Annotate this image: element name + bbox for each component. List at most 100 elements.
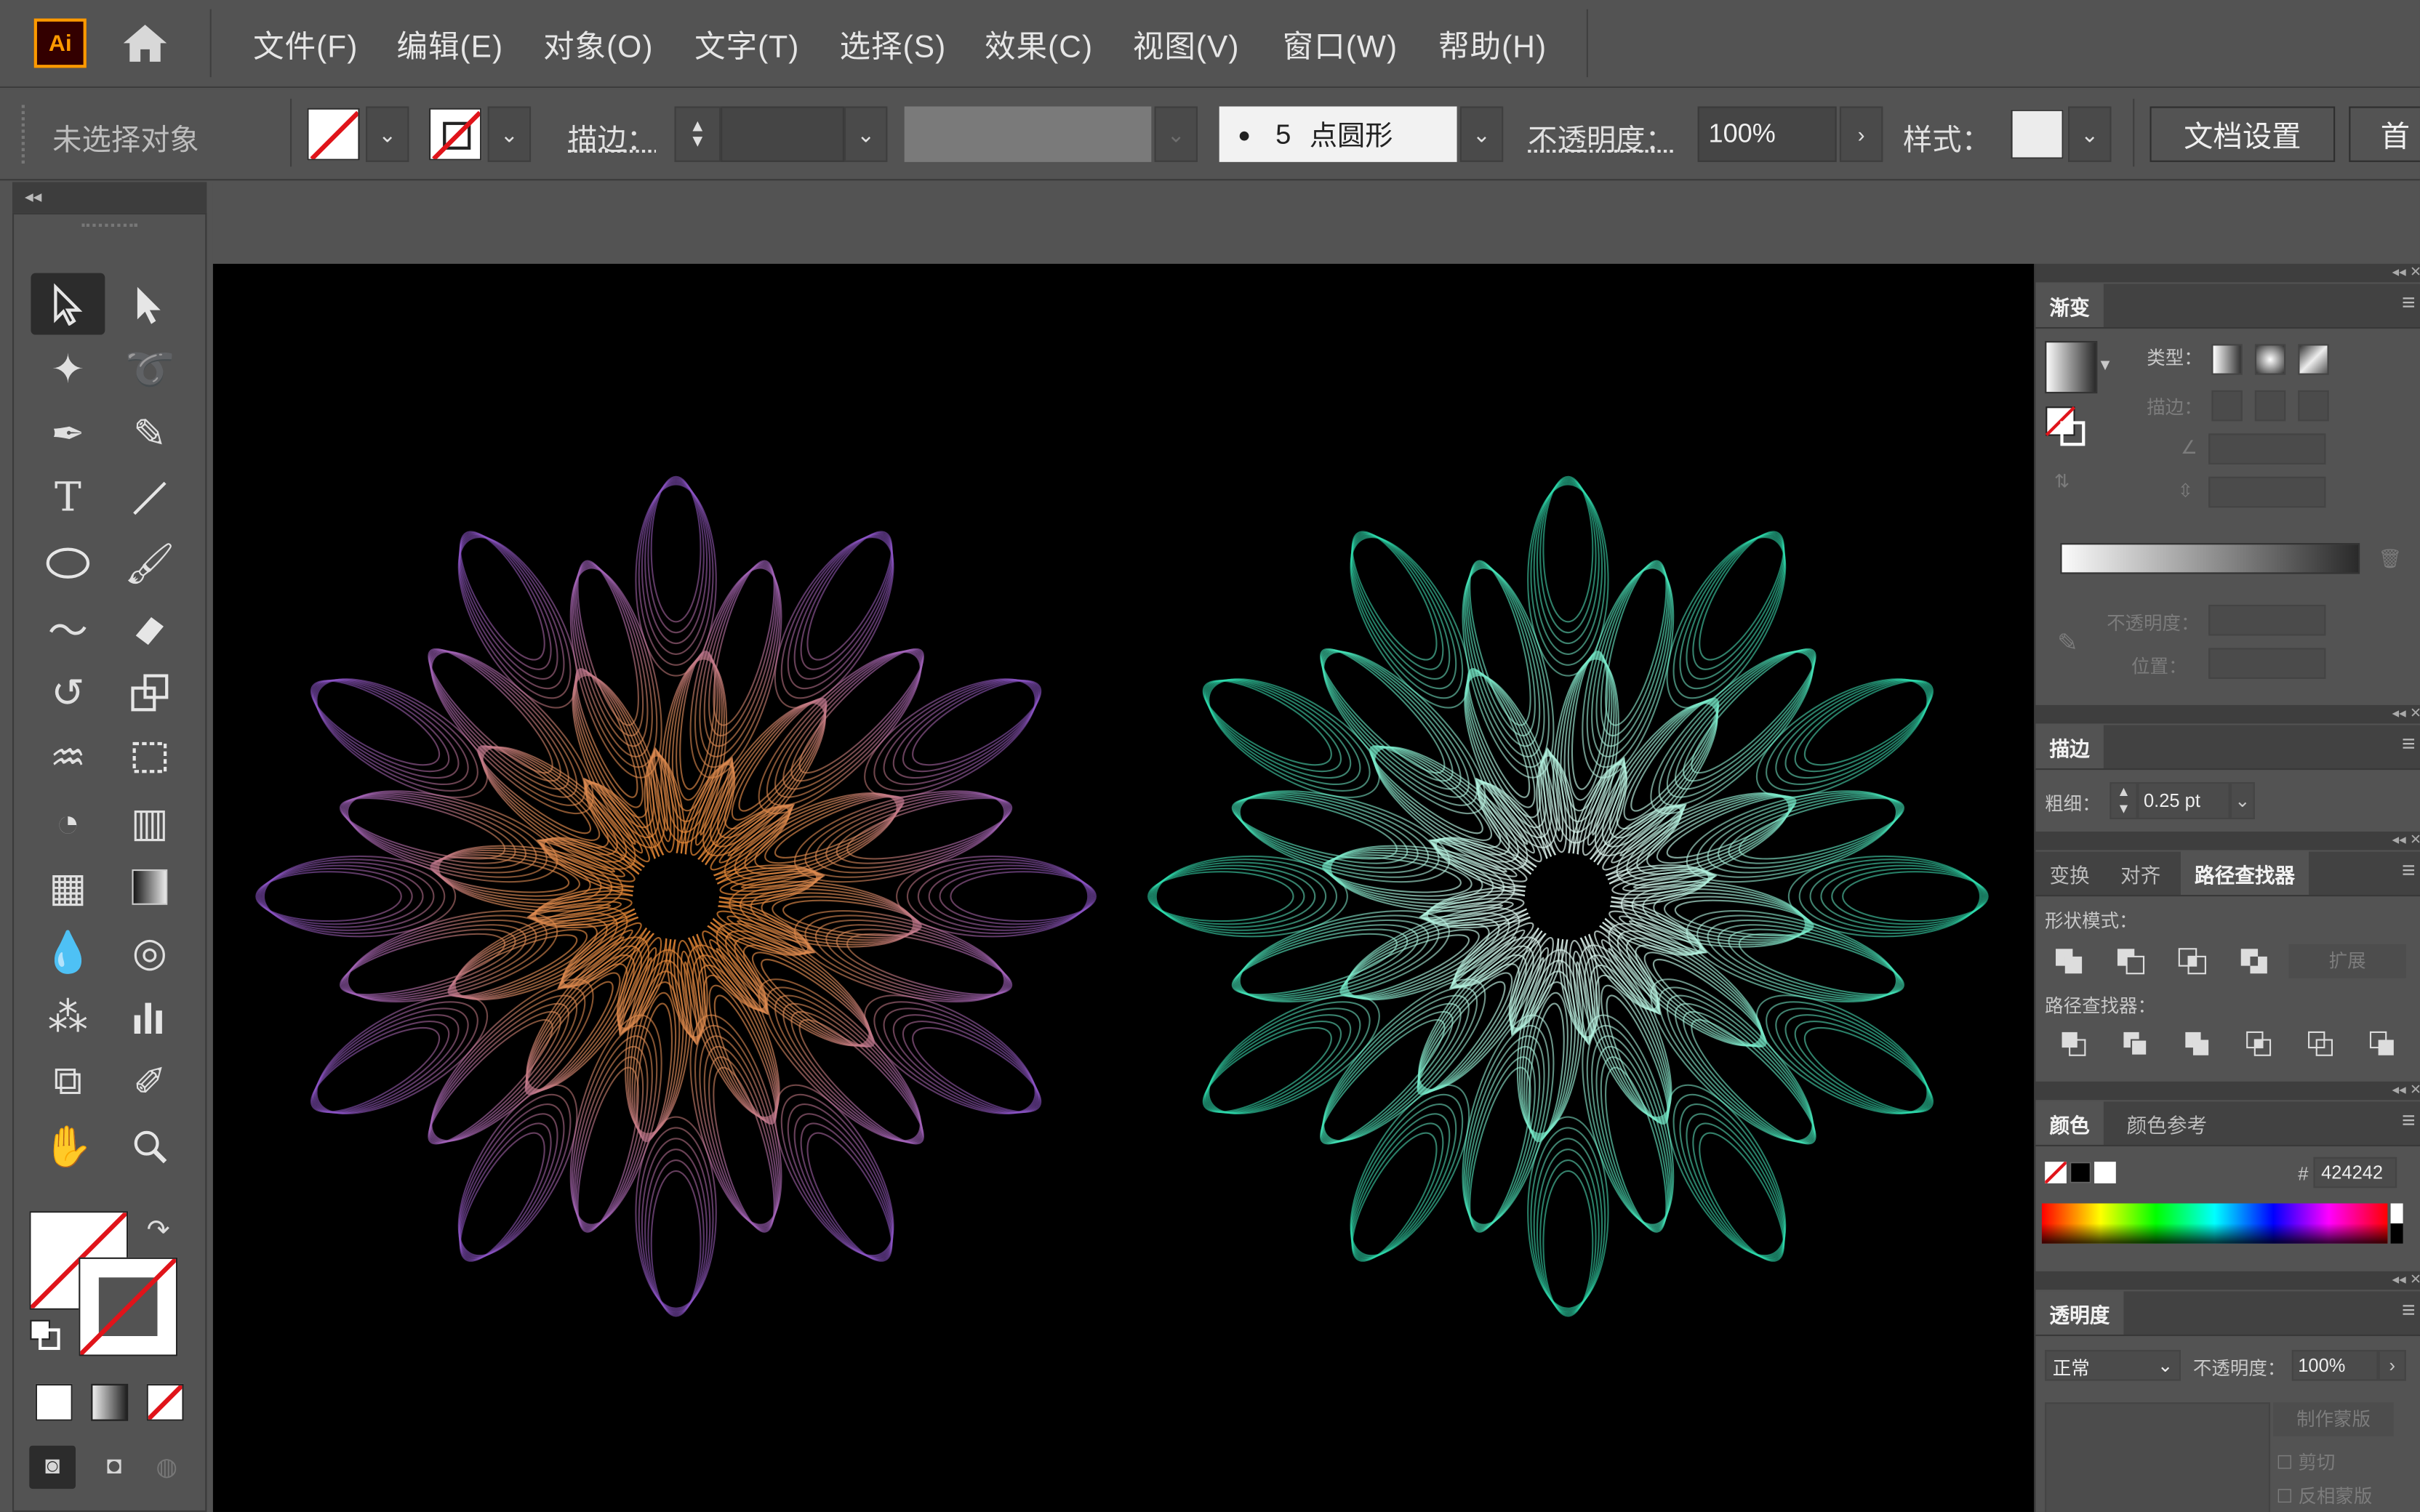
home-icon[interactable] bbox=[117, 15, 172, 71]
free-transform-tool-icon[interactable] bbox=[113, 727, 187, 789]
warp-tool-icon[interactable]: ♒ bbox=[31, 727, 105, 789]
gradient-angle-input[interactable] bbox=[2208, 433, 2326, 465]
gradient-eyedropper-icon[interactable]: ✎ bbox=[2057, 628, 2078, 659]
stroke-weight-field[interactable]: 0.25 pt bbox=[2137, 782, 2230, 819]
app-logo[interactable]: Ai bbox=[33, 18, 87, 68]
menu-type[interactable]: 文字(T) bbox=[694, 22, 799, 67]
draw-behind-icon[interactable]: ◘ bbox=[91, 1446, 137, 1489]
merge-icon[interactable] bbox=[2184, 1031, 2211, 1058]
menu-edit[interactable]: 编辑(E) bbox=[396, 22, 503, 67]
artboard[interactable] bbox=[212, 263, 2035, 1512]
opacity-label[interactable]: 不透明度： bbox=[1528, 117, 1675, 158]
gradient-opacity-input[interactable] bbox=[2208, 604, 2326, 636]
tab-pathfinder[interactable]: 路径查找器 bbox=[2180, 851, 2309, 895]
transparency-panel-collapse-icon[interactable]: ◂◂ ✕ bbox=[2035, 1271, 2420, 1290]
color-mode-button[interactable] bbox=[35, 1383, 73, 1421]
stroke-weight-dropdown[interactable]: ⌄ bbox=[2229, 782, 2255, 819]
reverse-gradient-icon[interactable]: ⇅ bbox=[2054, 470, 2070, 492]
gradient-mode-button[interactable] bbox=[91, 1383, 129, 1421]
radial-gradient-button[interactable] bbox=[2254, 344, 2286, 375]
lasso-tool-icon[interactable]: ➰ bbox=[113, 338, 187, 400]
panel-menu-icon[interactable]: ≡ bbox=[2402, 1298, 2416, 1324]
stroke-gradient-along-button[interactable] bbox=[2254, 390, 2286, 422]
toolbar-collapse-icon[interactable]: ◂◂ bbox=[12, 182, 207, 213]
fill-swatch[interactable] bbox=[307, 108, 360, 161]
panel-menu-icon[interactable]: ≡ bbox=[2402, 858, 2416, 884]
type-tool-icon[interactable]: T bbox=[31, 467, 105, 529]
symbol-sprayer-tool-icon[interactable]: ⁂ bbox=[31, 986, 105, 1047]
stroke-weight-stepper[interactable]: ▲ ▼ bbox=[2110, 782, 2138, 819]
menu-object[interactable]: 对象(O) bbox=[543, 22, 654, 67]
transparency-opacity-input[interactable]: 100% bbox=[2291, 1350, 2379, 1381]
paintbrush-tool-icon[interactable]: 🖌 bbox=[113, 532, 187, 594]
ellipse-tool-icon[interactable] bbox=[31, 532, 105, 594]
fill-dropdown[interactable]: ⌄ bbox=[366, 106, 409, 162]
rotate-tool-icon[interactable]: ↺ bbox=[31, 662, 105, 724]
tab-color[interactable]: 颜色 bbox=[2035, 1101, 2104, 1145]
menu-effect[interactable]: 效果(C) bbox=[985, 22, 1093, 67]
none-mode-button[interactable] bbox=[146, 1383, 184, 1421]
default-colors-icon[interactable] bbox=[29, 1319, 60, 1351]
toolbar-grip[interactable] bbox=[81, 223, 137, 236]
intersect-icon[interactable] bbox=[2178, 947, 2208, 975]
gradient-panel-collapse-icon[interactable]: ◂◂ ✕ bbox=[2035, 263, 2420, 283]
pen-tool-icon[interactable]: ✒ bbox=[31, 403, 105, 465]
tab-align[interactable]: 对齐 bbox=[2107, 852, 2174, 895]
gradient-slider[interactable] bbox=[2060, 543, 2360, 574]
hand-tool-icon[interactable]: ✋ bbox=[31, 1115, 105, 1177]
brush-definition[interactable]: ● 5 点圆形 bbox=[1219, 106, 1457, 162]
mesh-tool-icon[interactable]: ▦ bbox=[31, 856, 105, 918]
tab-color-guide[interactable]: 颜色参考 bbox=[2113, 1101, 2221, 1144]
delete-stop-icon[interactable]: 🗑 bbox=[2379, 547, 2402, 569]
spectrum-black[interactable] bbox=[2390, 1223, 2403, 1244]
flower-right-artwork[interactable] bbox=[1147, 475, 1989, 1317]
magic-wand-tool-icon[interactable]: ✦ bbox=[31, 338, 105, 400]
expand-button[interactable]: 扩展 bbox=[2288, 944, 2406, 978]
color-panel-collapse-icon[interactable]: ◂◂ ✕ bbox=[2035, 1081, 2420, 1101]
make-mask-button[interactable]: 制作蒙版 bbox=[2273, 1402, 2394, 1436]
mask-thumbnail[interactable] bbox=[2045, 1402, 2271, 1512]
blend-tool-icon[interactable]: ◎ bbox=[113, 921, 187, 983]
gradient-fill-stroke-icon[interactable] bbox=[2045, 406, 2086, 446]
unite-icon[interactable] bbox=[2054, 947, 2085, 975]
trim-icon[interactable] bbox=[2122, 1031, 2149, 1058]
gradient-swatch[interactable] bbox=[2045, 341, 2098, 394]
grip-handle[interactable] bbox=[21, 105, 31, 164]
slice-tool-icon[interactable]: ✐ bbox=[113, 1050, 187, 1112]
minus-front-icon[interactable] bbox=[2116, 947, 2147, 975]
document-setup-button[interactable]: 文档设置 bbox=[2149, 106, 2336, 162]
perspective-grid-tool-icon[interactable]: ▥ bbox=[113, 792, 187, 853]
exclude-icon[interactable] bbox=[2240, 947, 2270, 975]
minus-back-icon[interactable] bbox=[2369, 1031, 2397, 1058]
stroke-weight-dropdown[interactable]: ⌄ bbox=[844, 106, 888, 162]
style-swatch[interactable] bbox=[2011, 109, 2064, 159]
stroke-swatch[interactable] bbox=[429, 108, 482, 161]
draw-normal-icon[interactable]: ◙ bbox=[29, 1445, 76, 1489]
color-spectrum[interactable] bbox=[2041, 1203, 2388, 1244]
menu-window[interactable]: 窗口(W) bbox=[1283, 22, 1398, 67]
invert-mask-checkbox[interactable]: ☐ 反相蒙版 bbox=[2277, 1483, 2373, 1509]
eyedropper-tool-icon[interactable]: 💧 bbox=[31, 921, 105, 983]
spectrum-white[interactable] bbox=[2390, 1203, 2403, 1224]
panel-menu-icon[interactable]: ≡ bbox=[2402, 731, 2416, 757]
stroke-gradient-across-button[interactable] bbox=[2298, 390, 2329, 422]
brush-dropdown[interactable]: ⌄ bbox=[1459, 106, 1504, 162]
gradient-aspect-input[interactable] bbox=[2208, 476, 2326, 508]
flower-left-artwork[interactable] bbox=[255, 475, 1097, 1317]
stroke-weight-stepper[interactable]: ▲ ▼ bbox=[674, 106, 721, 162]
blend-mode-select[interactable]: 正常 ⌄ bbox=[2045, 1350, 2181, 1381]
stroke-dropdown[interactable]: ⌄ bbox=[487, 106, 532, 162]
panel-menu-icon[interactable]: ≡ bbox=[2402, 290, 2416, 316]
draw-inside-icon[interactable]: ◍ bbox=[143, 1446, 190, 1489]
stroke-weight-input[interactable] bbox=[721, 106, 844, 162]
preferences-button[interactable]: 首 bbox=[2349, 106, 2420, 162]
gradient-tool-icon[interactable] bbox=[113, 856, 187, 918]
opacity-arrow[interactable]: › bbox=[1839, 106, 1883, 162]
variable-width-profile[interactable] bbox=[904, 106, 1152, 162]
profile-dropdown[interactable]: ⌄ bbox=[1154, 106, 1198, 162]
menu-select[interactable]: 选择(S) bbox=[840, 22, 947, 67]
selection-tool-icon[interactable] bbox=[31, 273, 105, 335]
pathfinder-panel-collapse-icon[interactable]: ◂◂ ✕ bbox=[2035, 831, 2420, 850]
eraser-tool-icon[interactable] bbox=[113, 597, 187, 659]
crop-icon[interactable] bbox=[2245, 1031, 2273, 1058]
